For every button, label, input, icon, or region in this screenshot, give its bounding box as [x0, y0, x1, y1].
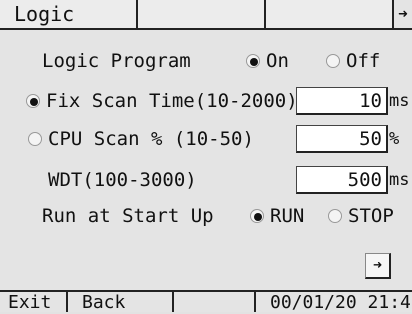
logic-program-off-radio[interactable]: [326, 54, 340, 68]
tab-3[interactable]: [266, 0, 392, 28]
back-button[interactable]: Back: [68, 292, 174, 313]
logic-program-label: Logic Program: [42, 50, 191, 72]
next-page-button[interactable]: ➜: [365, 253, 391, 279]
logic-program-on-radio[interactable]: [246, 54, 260, 68]
wdt-row: WDT(100-3000) 500 ms: [0, 165, 412, 195]
run-radio[interactable]: [250, 209, 264, 223]
stop-label[interactable]: STOP: [348, 201, 394, 231]
fix-scan-time-field[interactable]: 10: [296, 87, 388, 115]
logic-program-on-label[interactable]: On: [266, 46, 289, 76]
date-time-display: 00/01/20 21:41: [270, 292, 412, 313]
tab-scroll-right-button[interactable]: ➜: [392, 0, 412, 28]
fix-scan-time-row: Fix Scan Time(10-2000) 10 ms: [0, 86, 412, 116]
fix-scan-time-unit: ms: [389, 91, 410, 111]
fix-scan-time-label[interactable]: Fix Scan Time(10-2000): [46, 86, 298, 116]
wdt-unit: ms: [389, 170, 410, 190]
logic-program-row: Logic Program On Off: [0, 46, 412, 76]
exit-button[interactable]: Exit: [0, 292, 68, 313]
cpu-scan-radio[interactable]: [28, 132, 42, 146]
wdt-field[interactable]: 500: [296, 166, 388, 194]
run-label[interactable]: RUN: [270, 201, 304, 231]
cpu-scan-field[interactable]: 50: [296, 125, 388, 153]
right-arrow-icon: ➜: [398, 4, 408, 23]
back-button-label: Back: [82, 292, 126, 313]
tab-bar: Logic ➜: [0, 0, 412, 30]
tab-2[interactable]: [138, 0, 266, 28]
tab-logic[interactable]: Logic: [0, 0, 138, 28]
bottom-empty-button[interactable]: [174, 292, 256, 312]
run-at-startup-label: Run at Start Up: [42, 205, 214, 227]
wdt-label: WDT(100-3000): [48, 169, 197, 191]
fix-scan-time-radio[interactable]: [26, 94, 40, 108]
cpu-scan-unit: %: [389, 129, 400, 149]
logic-settings-screen: Logic ➜ Logic Program On Off Fix Scan Ti…: [0, 0, 412, 313]
bottom-bar: Exit Back 00/01/20 21:41: [0, 290, 412, 313]
tab-logic-label: Logic: [14, 2, 75, 26]
cpu-scan-label[interactable]: CPU Scan % (10-50): [48, 124, 254, 154]
exit-button-label: Exit: [8, 292, 52, 313]
cpu-scan-row: CPU Scan % (10-50) 50 %: [0, 124, 412, 154]
run-at-startup-row: Run at Start Up RUN STOP: [0, 201, 412, 231]
logic-program-off-label[interactable]: Off: [346, 46, 380, 76]
stop-radio[interactable]: [328, 209, 342, 223]
right-arrow-icon: ➜: [372, 256, 383, 274]
